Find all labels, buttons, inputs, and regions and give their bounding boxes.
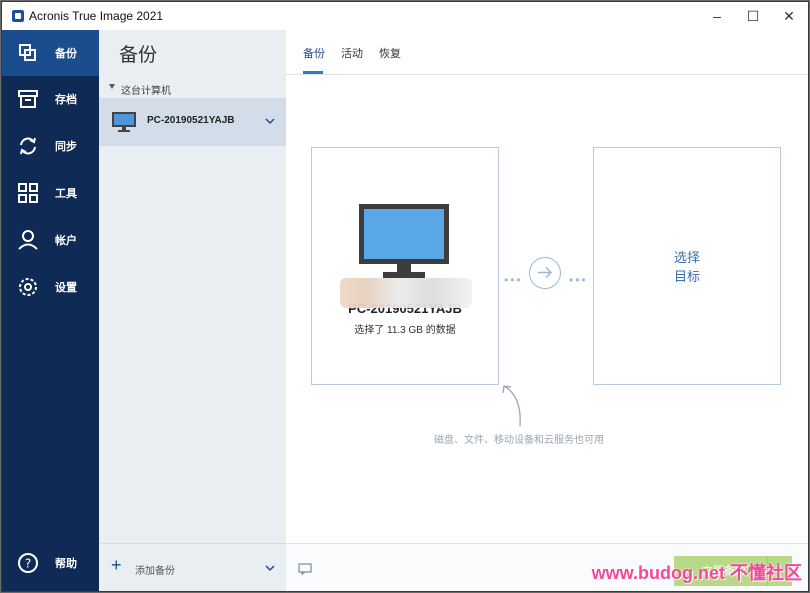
watermark-text: www.budog.net 不懂社区 — [591, 563, 802, 583]
monitor-icon — [359, 204, 449, 278]
panel-footer: + 添加备份 — [99, 543, 286, 591]
svg-text:?: ? — [25, 557, 31, 571]
minimize-button[interactable]: – — [702, 6, 732, 26]
sidebar-item-settings[interactable]: 设置 — [2, 264, 99, 310]
gear-icon — [19, 278, 37, 296]
sidebar-item-label: 存档 — [55, 94, 77, 106]
backup-copy-icon — [19, 44, 36, 61]
section-label: 这台计算机 — [121, 86, 171, 97]
main-content: 备份 活动 恢复 PC-20190521YAJB 选择了 11.3 GB 的数据… — [286, 30, 808, 591]
connector-dots: ••• — [569, 273, 588, 287]
connector-dots: ••• — [504, 273, 523, 287]
chevron-down-icon[interactable] — [265, 117, 275, 125]
page-title: 备份 — [119, 45, 158, 66]
sidebar-item-label: 设置 — [55, 282, 77, 294]
tab-recovery[interactable]: 恢复 — [379, 45, 401, 61]
question-circle-icon: ? — [18, 553, 38, 573]
comment-icon[interactable] — [298, 563, 312, 575]
select-destination-label: 选择 目标 — [673, 250, 700, 284]
tab-backup[interactable]: 备份 — [303, 45, 325, 61]
backup-source-card[interactable]: PC-20190521YAJB 选择了 11.3 GB 的数据 — [311, 147, 499, 385]
add-backup-button[interactable]: 添加备份 — [135, 562, 175, 577]
backup-item-pc[interactable]: PC-20190521YAJB — [99, 98, 286, 146]
tools-grid-icon — [18, 183, 38, 203]
user-icon — [18, 230, 38, 250]
sidebar-item-sync[interactable]: 同步 — [2, 123, 99, 169]
maximize-button[interactable]: ☐ — [738, 6, 768, 26]
acronis-logo-icon — [12, 10, 24, 22]
chevron-down-icon[interactable] — [265, 564, 275, 572]
sidebar-item-backup[interactable]: 备份 — [2, 30, 99, 76]
plus-icon[interactable]: + — [111, 556, 122, 574]
sidebar-item-label: 备份 — [55, 48, 77, 60]
curved-arrow-icon — [502, 385, 521, 427]
sync-arrows-icon — [20, 137, 36, 155]
arrow-right-icon — [529, 257, 561, 289]
tab-activity[interactable]: 活动 — [341, 45, 363, 61]
sidebar-item-label: 帮助 — [55, 558, 77, 570]
sidebar-item-label: 同步 — [55, 141, 77, 153]
backup-list-panel: 备份 这台计算机 PC-20190521YAJB + 添加备份 — [99, 30, 287, 591]
hint-text: 磁盘、文件、移动设备和云服务也可用 — [434, 435, 604, 446]
sidebar: 备份 存档 同步 工具 帐户 设置 ? 帮助 — [2, 30, 99, 591]
sidebar-item-label: 帐户 — [55, 235, 77, 247]
sidebar-item-tools[interactable]: 工具 — [2, 170, 99, 216]
archive-box-icon — [18, 90, 38, 108]
sidebar-item-help[interactable]: ? 帮助 — [2, 540, 99, 586]
backup-destination-card[interactable]: 选择 目标 — [593, 147, 781, 385]
active-tab-indicator — [303, 71, 323, 74]
privacy-blur — [340, 278, 472, 308]
sidebar-item-archive[interactable]: 存档 — [2, 76, 99, 122]
app-window: Acronis True Image 2021 – ☐ ✕ 备份 存档 同步 工… — [1, 1, 809, 592]
monitor-icon — [112, 112, 136, 132]
title-bar: Acronis True Image 2021 – ☐ ✕ — [2, 2, 808, 31]
sidebar-item-label: 工具 — [55, 188, 77, 200]
window-title: Acronis True Image 2021 — [29, 9, 164, 23]
source-info: 选择了 11.3 GB 的数据 — [354, 325, 456, 336]
close-button[interactable]: ✕ — [774, 6, 804, 26]
tab-bar: 备份 活动 恢复 — [286, 30, 808, 75]
collapse-caret-icon[interactable] — [109, 84, 115, 89]
sidebar-item-account[interactable]: 帐户 — [2, 217, 99, 263]
device-name: PC-20190521YAJB — [147, 115, 235, 126]
